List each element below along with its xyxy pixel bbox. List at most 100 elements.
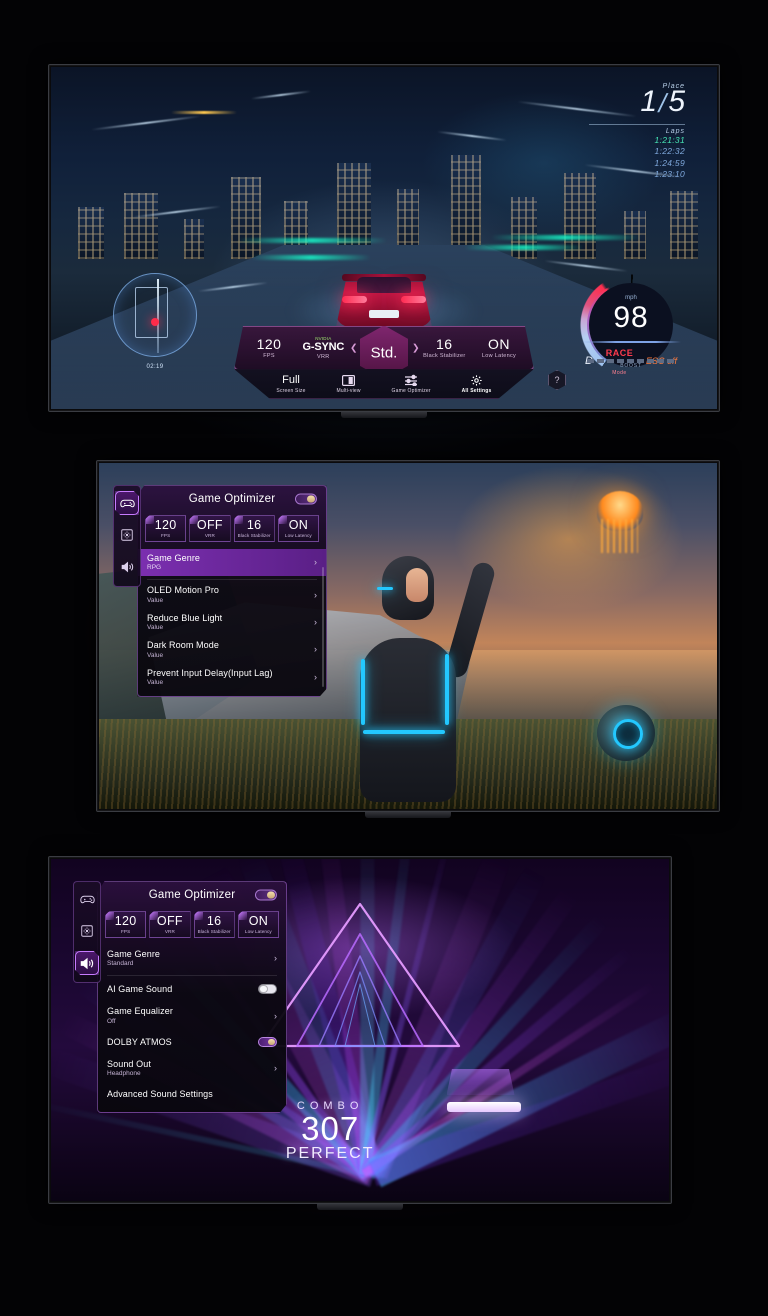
gamebar-action-game-optimizer[interactable]: Game Optimizer bbox=[392, 374, 431, 394]
rail-speaker-icon[interactable] bbox=[115, 555, 139, 579]
chevron-right-icon[interactable]: ❯ bbox=[412, 343, 420, 354]
stat-chip[interactable]: 16 Black Stabilizer bbox=[193, 911, 235, 939]
optimizer-menu-list: Game Genre Standard › AI Game Sound Game Equ… bbox=[98, 945, 286, 1112]
game-optimizer-label: Game Optimizer bbox=[391, 387, 431, 394]
stat-value: OFF bbox=[156, 914, 183, 928]
gamebar-stat-black-stabilizer[interactable]: 16 Black Stabilizer bbox=[423, 337, 465, 359]
minimap-time: 02:19 bbox=[146, 364, 164, 370]
menu-item-value: Value bbox=[147, 596, 164, 604]
stat-chip[interactable]: ON Low Latency bbox=[237, 911, 279, 939]
helmet-neon bbox=[377, 587, 393, 591]
rail-display-icon[interactable] bbox=[115, 523, 139, 547]
menu-item-label: Game Equalizer bbox=[107, 1006, 173, 1017]
stat-chip[interactable]: 16 Black Stabilizer bbox=[233, 515, 275, 543]
optimizer-stat-chips: 120 FPS OFF VRR 16 Black Stabilizer ON Low Late… bbox=[138, 512, 326, 549]
neon-rail bbox=[463, 244, 584, 250]
lap-time: 1:21:31 bbox=[654, 135, 685, 145]
stat-chip[interactable]: OFF VRR bbox=[189, 515, 231, 543]
tail-light-left bbox=[341, 295, 367, 303]
chevron-right-icon: › bbox=[314, 616, 317, 627]
gamebar-stat-vrr[interactable]: NVIDIA G-SYNC VRR bbox=[303, 336, 345, 360]
menu-item-prevent-input-delay-input-lag[interactable]: Prevent Input Delay(Input Lag) Value › bbox=[138, 664, 326, 691]
stat-chip[interactable]: OFF VRR bbox=[149, 911, 191, 939]
lap-time: 1:23:10 bbox=[654, 169, 685, 180]
place-total: 5 bbox=[668, 85, 685, 118]
menu-item-value: Value bbox=[147, 678, 164, 686]
gamebar-stat-fps[interactable]: 120 FPS bbox=[249, 337, 289, 359]
menu-item-advanced-sound-settings[interactable]: Advanced Sound Settings bbox=[98, 1082, 286, 1107]
menu-item-text: Sound Out Headphone bbox=[107, 1059, 151, 1077]
menu-item-text: OLED Motion Pro Value bbox=[147, 585, 219, 603]
sliders-icon bbox=[392, 374, 431, 387]
optimizer-title: Game Optimizer bbox=[148, 889, 236, 901]
optimizer-power-toggle[interactable] bbox=[255, 889, 277, 901]
menu-item-value: Standard bbox=[107, 960, 134, 968]
menu-item-dark-room-mode[interactable]: Dark Room Mode Value › bbox=[138, 636, 326, 663]
menu-divider bbox=[147, 579, 317, 581]
building bbox=[337, 162, 372, 259]
tv-panel-rhythm: COMBO 307 PERFECT Game Optimizer 120 FPS… bbox=[48, 856, 672, 1210]
combo-display: COMBO 307 PERFECT bbox=[286, 1100, 375, 1164]
game-character bbox=[333, 546, 497, 803]
stat-value: 120 bbox=[114, 914, 137, 928]
gamebar-action-multi-view[interactable]: Multi-view bbox=[336, 374, 360, 394]
chevron-right-icon: › bbox=[314, 671, 317, 682]
rail-display-icon[interactable] bbox=[75, 919, 99, 943]
companion-drone bbox=[597, 704, 656, 761]
note-pad bbox=[446, 1102, 521, 1113]
gamebar-stat-low-latency[interactable]: ON Low Latency bbox=[479, 337, 519, 359]
laps-label: Laps bbox=[589, 124, 685, 135]
menu-item-text: Advanced Sound Settings bbox=[107, 1089, 213, 1099]
menu-item-game-equalizer[interactable]: Game Equalizer Off › bbox=[98, 1002, 286, 1029]
chevron-left-icon[interactable]: ❮ bbox=[350, 343, 358, 354]
menu-item-game-genre[interactable]: Game Genre RPG › bbox=[138, 549, 326, 577]
chevron-right-icon: › bbox=[274, 1062, 277, 1073]
rail-gamepad-icon[interactable] bbox=[75, 887, 99, 911]
menu-item-game-genre[interactable]: Game Genre Standard › bbox=[98, 945, 286, 972]
toggle-switch[interactable] bbox=[258, 984, 277, 995]
gamebar-action-screen-size[interactable]: Full Screen Size bbox=[276, 374, 305, 394]
place-row: 1 / 5 bbox=[589, 85, 685, 119]
game-bar[interactable]: 120 FPS NVIDIA G-SYNC VRR 16 Black Stabi… bbox=[234, 326, 566, 399]
drone-eye bbox=[613, 719, 644, 750]
tv-bezel: COMBO 307 PERFECT Game Optimizer 120 FPS… bbox=[48, 856, 672, 1204]
gamebar-action-all-settings[interactable]: All Settings bbox=[462, 374, 492, 394]
building bbox=[184, 218, 205, 259]
menu-item-ai-game-sound[interactable]: AI Game Sound bbox=[98, 977, 286, 1002]
stat-chip[interactable]: 120 FPS bbox=[145, 515, 187, 543]
lap-time: 1:22:32 bbox=[654, 146, 685, 157]
menu-item-value: Headphone bbox=[107, 1070, 141, 1078]
game-mode-value: Std. bbox=[370, 343, 398, 361]
menu-item-text: Game Genre Standard bbox=[107, 949, 160, 967]
drive-mode-sub: Mode bbox=[612, 370, 627, 376]
rail-speaker-icon[interactable] bbox=[75, 951, 99, 975]
toggle-switch[interactable] bbox=[258, 1036, 277, 1047]
optimizer-power-toggle[interactable] bbox=[295, 493, 317, 505]
speedometer: mph 98 D RACE Mode ESC off BOOST bbox=[579, 273, 683, 377]
stat-chip[interactable]: 120 FPS bbox=[105, 911, 147, 939]
neon-rail bbox=[250, 255, 371, 261]
menu-item-text: Game Equalizer Off bbox=[107, 1006, 173, 1024]
menu-item-dolby-atmos[interactable]: DOLBY ATMOS bbox=[98, 1030, 286, 1055]
building bbox=[77, 206, 104, 259]
menu-item-label: DOLBY ATMOS bbox=[107, 1036, 172, 1047]
suit-neon-right bbox=[445, 653, 449, 726]
building bbox=[450, 154, 481, 259]
minimap: 02:19 bbox=[113, 273, 197, 370]
menu-item-label: OLED Motion Pro bbox=[147, 585, 220, 596]
menu-item-label: Game Genre bbox=[107, 949, 161, 960]
stat-chip[interactable]: ON Low Latency bbox=[277, 515, 319, 543]
rail-gamepad-icon[interactable] bbox=[115, 491, 139, 515]
menu-item-label: Advanced Sound Settings bbox=[107, 1088, 213, 1099]
menu-item-oled-motion-pro[interactable]: OLED Motion Pro Value › bbox=[138, 581, 326, 608]
note-pad-shadow bbox=[446, 1068, 515, 1095]
optimizer-header: Game Optimizer bbox=[98, 882, 286, 908]
optimizer-panel: Game Optimizer 120 FPS OFF VRR 16 Black Stabi… bbox=[97, 881, 287, 1114]
lap-time-list: 1:21:31 1:22:32 1:24:59 1:23:10 bbox=[589, 135, 685, 181]
menu-scrollbar[interactable] bbox=[322, 567, 324, 687]
menu-item-sound-out[interactable]: Sound Out Headphone › bbox=[98, 1055, 286, 1082]
tv-screen: 02:19 Place 1 / 5 Laps 1:21:31 1:22:32 1:2… bbox=[51, 67, 717, 409]
menu-item-reduce-blue-light[interactable]: Reduce Blue Light Value › bbox=[138, 609, 326, 636]
combo-value: 307 bbox=[301, 1109, 360, 1147]
menu-item-label: AI Game Sound bbox=[107, 984, 173, 995]
